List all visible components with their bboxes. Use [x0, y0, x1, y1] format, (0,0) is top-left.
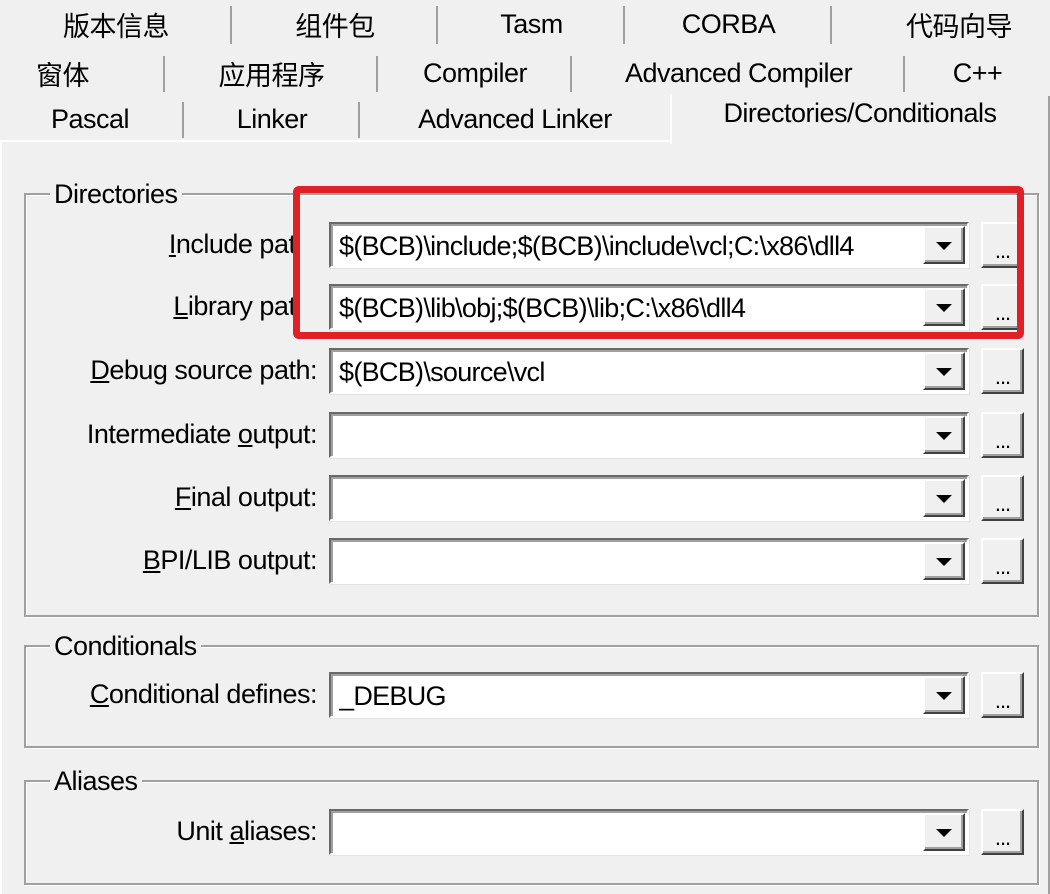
tab-label: Linker — [236, 103, 308, 134]
tab-page-edge — [0, 140, 2, 894]
tab-label: C++ — [952, 57, 1003, 88]
label-text: Unit — [176, 816, 230, 846]
tab-advanced-compiler[interactable]: Advanced Compiler — [572, 50, 907, 96]
accel-letter: o — [237, 419, 253, 449]
conditionals-title: Conditionals — [50, 630, 201, 662]
accel-letter: L — [173, 291, 188, 321]
directories-title: Directories — [50, 178, 182, 210]
conditional-defines-browse-button[interactable]: ... — [981, 672, 1024, 718]
chevron-down-icon — [936, 242, 952, 250]
tab-code-wizard[interactable]: 代码向导 — [832, 0, 1050, 48]
chevron-down-icon — [936, 495, 952, 503]
label-text: onditional defines: — [108, 679, 318, 709]
tab-label: Directories/Conditionals — [723, 98, 997, 128]
tab-advanced-linker[interactable]: Advanced Linker — [360, 96, 670, 142]
aliases-title: Aliases — [50, 765, 142, 797]
label-text: ibrary pat — [187, 291, 296, 321]
tab-label: 应用程序 — [218, 60, 326, 91]
tab-label: Advanced Compiler — [624, 57, 853, 88]
library-path-value: $(BCB)\lib\obj;$(BCB)\lib;C:\x86\dll4 — [339, 293, 746, 323]
chevron-down-icon — [936, 558, 952, 566]
final-output-browse-button[interactable]: ... — [981, 475, 1024, 521]
debug-source-path-value: $(BCB)\source\vcl — [339, 357, 545, 387]
tab-label: 版本信息 — [63, 11, 170, 42]
chevron-down-icon — [936, 368, 952, 376]
accel-letter: a — [229, 816, 244, 846]
tab-label: Advanced Linker — [418, 103, 612, 134]
tab-directories-conditionals[interactable]: Directories/Conditionals — [670, 94, 1048, 144]
conditional-defines-combo[interactable]: _DEBUG — [329, 672, 969, 718]
conditional-defines-dropdown-button[interactable] — [923, 676, 965, 714]
tab-forms[interactable]: 窗体 — [0, 50, 167, 96]
intermediate-output-browse-button[interactable]: ... — [981, 412, 1024, 458]
debug-source-path-combo[interactable]: $(BCB)\source\vcl — [329, 348, 969, 394]
intermediate-output-dropdown-button[interactable] — [923, 416, 965, 454]
bpi-lib-output-label: BPI/LIB output: — [142, 544, 318, 576]
tab-label: Tasm — [500, 8, 563, 39]
accel-letter: B — [142, 545, 161, 575]
label-text: liases: — [243, 816, 318, 846]
tab-label: Compiler — [422, 57, 528, 88]
tab-corba[interactable]: CORBA — [625, 0, 834, 48]
tab-application[interactable]: 应用程序 — [165, 50, 380, 96]
label-text: Intermediate — [86, 419, 238, 449]
include-path-browse-button[interactable]: ... — [981, 222, 1024, 268]
tab-packages[interactable]: 组件包 — [232, 0, 440, 48]
label-text: inal output: — [190, 482, 318, 512]
intermediate-output-label: Intermediate output: — [86, 418, 318, 450]
tab-page-edge — [0, 140, 670, 142]
label-text: nclude pat — [175, 229, 296, 259]
include-path-combo[interactable]: $(BCB)\include;$(BCB)\include\vcl;C:\x86… — [329, 222, 969, 268]
library-path-browse-button[interactable]: ... — [981, 284, 1024, 330]
unit-aliases-label: Unit aliases: — [176, 815, 317, 847]
tab-linker[interactable]: Linker — [184, 96, 362, 142]
tab-version-info[interactable]: 版本信息 — [0, 0, 234, 48]
tab-label: 代码向导 — [906, 11, 1013, 42]
final-output-dropdown-button[interactable] — [923, 479, 965, 517]
chevron-down-icon — [936, 432, 952, 440]
debug-source-path-label: Debug source path: — [90, 354, 317, 386]
accel-letter: I — [168, 229, 177, 259]
library-path-dropdown-button[interactable] — [923, 288, 965, 326]
tab-label: Pascal — [50, 103, 130, 134]
debug-source-path-browse-button[interactable]: ... — [981, 348, 1024, 394]
final-output-label: Final output: — [174, 481, 318, 513]
tab-label: 组件包 — [295, 11, 375, 42]
accel-letter: F — [174, 482, 192, 512]
library-path-label: Library path: — [173, 290, 317, 322]
final-output-combo[interactable] — [329, 475, 969, 521]
conditional-defines-value: _DEBUG — [339, 681, 447, 711]
tab-label: 窗体 — [36, 60, 90, 91]
include-path-dropdown-button[interactable] — [923, 226, 965, 264]
tab-label: CORBA — [681, 8, 776, 39]
chevron-down-icon — [936, 692, 952, 700]
accel-letter: D — [90, 355, 110, 385]
debug-source-path-dropdown-button[interactable] — [923, 352, 965, 390]
tab-pascal[interactable]: Pascal — [0, 96, 186, 142]
include-path-label: Include path: — [169, 228, 317, 260]
tab-cpp[interactable]: C++ — [905, 50, 1050, 96]
library-path-combo[interactable]: $(BCB)\lib\obj;$(BCB)\lib;C:\x86\dll4 — [329, 284, 969, 330]
unit-aliases-dropdown-button[interactable] — [923, 813, 965, 851]
tab-tasm[interactable]: Tasm — [438, 0, 627, 48]
label-text: PI/LIB output: — [160, 545, 317, 575]
tab-compiler[interactable]: Compiler — [378, 50, 574, 96]
include-path-value: $(BCB)\include;$(BCB)\include\vcl;C:\x86… — [339, 231, 854, 261]
bpi-lib-output-browse-button[interactable]: ... — [981, 538, 1024, 584]
intermediate-output-combo[interactable] — [329, 412, 969, 458]
unit-aliases-browse-button[interactable]: ... — [981, 809, 1024, 855]
accel-letter: C — [89, 679, 110, 709]
label-text: utput: — [252, 419, 317, 449]
conditional-defines-label: Conditional defines: — [89, 678, 318, 710]
unit-aliases-combo[interactable] — [329, 809, 969, 855]
chevron-down-icon — [936, 829, 952, 837]
label-text: ebug source path: — [109, 355, 317, 385]
bpi-lib-output-combo[interactable] — [329, 538, 969, 584]
bpi-lib-output-dropdown-button[interactable] — [923, 542, 965, 580]
chevron-down-icon — [936, 304, 952, 312]
